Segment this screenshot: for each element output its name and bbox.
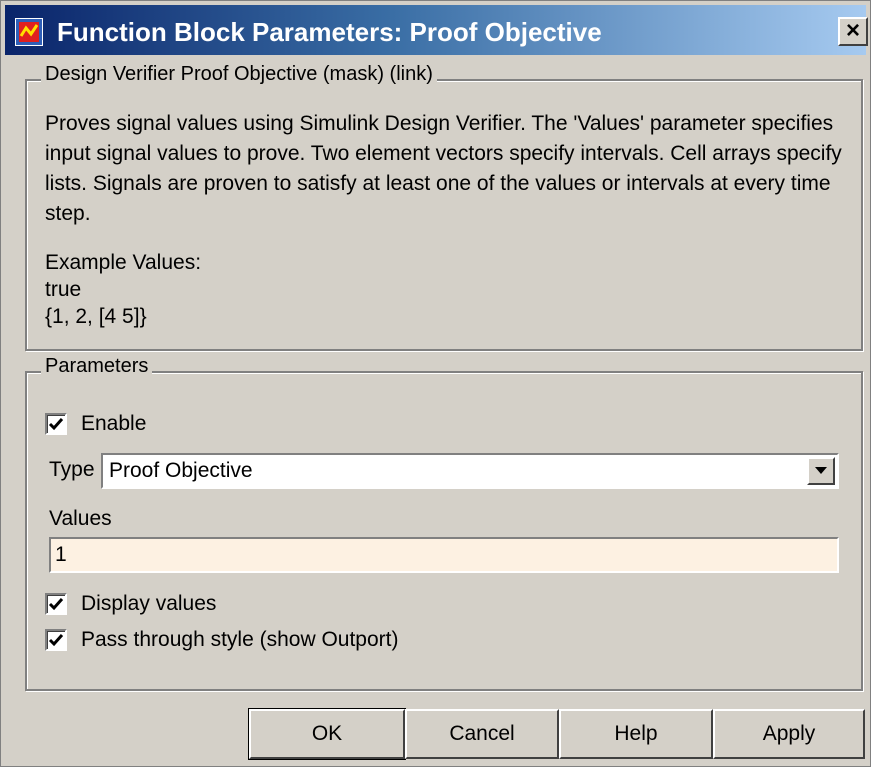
example-values-title: Example Values:: [45, 251, 202, 274]
display-values-checkbox[interactable]: [45, 593, 67, 615]
values-input[interactable]: [49, 537, 839, 573]
parameters-group-label: Parameters: [41, 355, 153, 378]
type-selected-value: Proof Objective: [109, 459, 253, 482]
example-value-line: {1, 2, [4 5]}: [45, 305, 147, 328]
title-bar[interactable]: Function Block Parameters: Proof Objecti…: [5, 5, 868, 55]
help-button[interactable]: Help: [559, 709, 713, 759]
pass-through-checkbox[interactable]: [45, 629, 67, 651]
close-icon: ×: [845, 17, 860, 44]
display-values-label: Display values: [81, 592, 217, 615]
enable-checkbox[interactable]: [45, 413, 67, 435]
chevron-down-icon: [815, 467, 827, 474]
example-value-line: true: [45, 278, 82, 301]
checkmark-icon: [48, 418, 64, 431]
type-dropdown-button[interactable]: [807, 457, 835, 485]
mask-group-label: Design Verifier Proof Objective (mask) (…: [41, 63, 437, 86]
app-icon: [15, 18, 43, 46]
values-label: Values: [49, 507, 112, 530]
type-select[interactable]: Proof Objective: [101, 453, 839, 489]
mask-description: Proves signal values using Simulink Desi…: [45, 112, 842, 225]
apply-button[interactable]: Apply: [713, 709, 865, 759]
ok-button[interactable]: OK: [248, 708, 406, 760]
close-button[interactable]: ×: [838, 17, 868, 46]
type-label: Type: [49, 458, 95, 481]
pass-through-label: Pass through style (show Outport): [81, 628, 399, 651]
dialog-window: Function Block Parameters: Proof Objecti…: [0, 0, 871, 767]
checkmark-icon: [48, 598, 64, 611]
checkmark-icon: [48, 634, 64, 647]
window-title: Function Block Parameters: Proof Objecti…: [57, 17, 602, 47]
enable-label: Enable: [81, 412, 147, 435]
cancel-button[interactable]: Cancel: [405, 709, 559, 759]
